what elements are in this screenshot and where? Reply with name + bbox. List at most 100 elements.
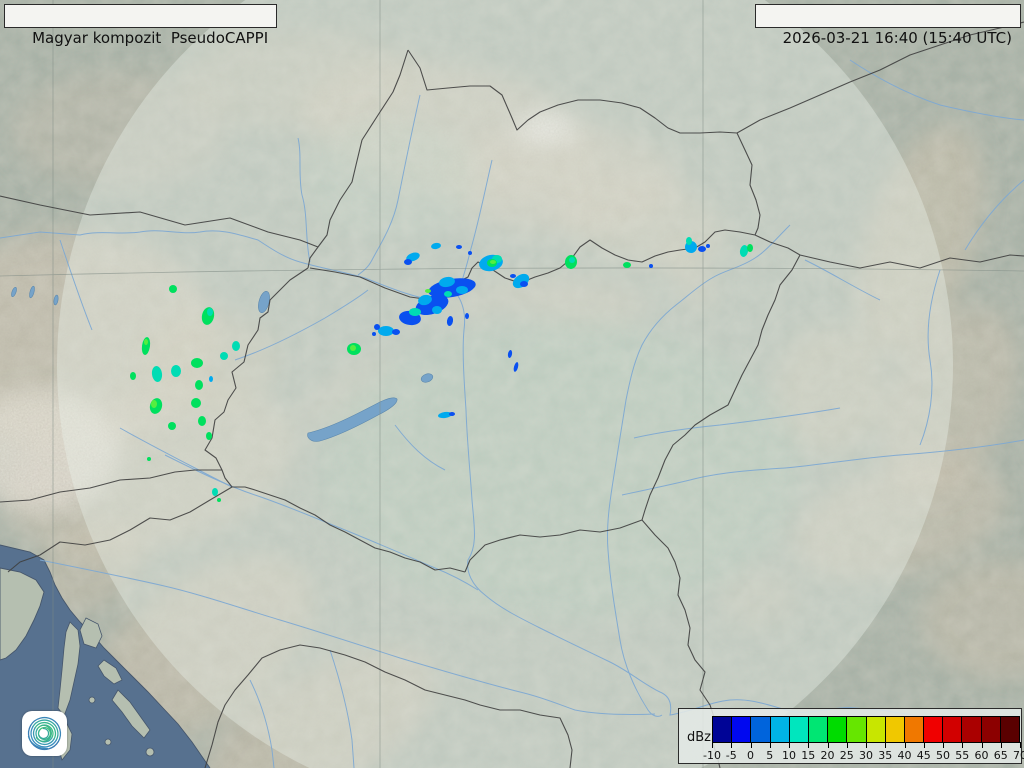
radar-echo	[698, 246, 706, 252]
radar-echo	[151, 400, 157, 408]
radar-echo	[350, 345, 356, 351]
legend-tick	[827, 742, 829, 748]
radar-echo	[510, 274, 516, 278]
legend-tick	[750, 742, 752, 748]
legend-tick	[962, 742, 964, 748]
radar-echo	[209, 376, 213, 382]
legend-tick-label: 70	[1013, 749, 1024, 762]
legend-tick-label: -5	[725, 749, 737, 762]
radar-echo	[392, 329, 400, 335]
legend-tick-label: 35	[878, 749, 893, 762]
radar-echo	[212, 488, 218, 496]
weather-radar-map	[0, 0, 1024, 768]
legend-swatch	[788, 717, 808, 742]
legend-tick	[846, 742, 848, 748]
legend-tick-label: 40	[897, 749, 912, 762]
radar-echo	[465, 313, 469, 319]
radar-echo	[444, 291, 452, 297]
radar-echo	[198, 416, 206, 426]
radar-echo	[404, 259, 412, 265]
legend-tick	[866, 742, 867, 748]
weather-service-logo	[22, 711, 67, 756]
legend-swatch	[942, 717, 962, 742]
radar-echo	[220, 352, 228, 360]
legend-tick	[923, 742, 925, 748]
legend-tick	[885, 742, 887, 748]
radar-echo	[374, 324, 380, 330]
legend-tick	[1000, 742, 1002, 748]
radar-echo	[147, 457, 151, 461]
radar-echo	[649, 264, 653, 268]
legend-swatch	[980, 717, 1000, 742]
product-title-box: Magyar kompozit PseudoCAPPI	[4, 4, 278, 47]
radar-coverage-area	[57, 0, 953, 768]
cyclone-swirl-icon	[27, 716, 62, 751]
radar-echo	[378, 326, 394, 336]
legend-swatch	[865, 717, 885, 742]
radar-echo	[206, 432, 212, 440]
radar-echo	[706, 244, 710, 248]
radar-echo	[569, 257, 575, 263]
legend-swatch	[827, 717, 847, 742]
product-title-label: Magyar kompozit PseudoCAPPI	[32, 29, 269, 47]
legend-tick-label: 30	[859, 749, 873, 762]
radar-echo	[144, 339, 148, 345]
legend-swatch	[713, 717, 732, 742]
legend-tick-label: 20	[820, 749, 835, 762]
legend-swatch	[999, 717, 1019, 742]
legend-swatch	[961, 717, 981, 742]
legend-tick-label: 60	[974, 749, 989, 762]
radar-echo	[372, 332, 376, 336]
radar-echo	[169, 285, 177, 293]
radar-echo	[425, 289, 431, 293]
legend-tick	[731, 742, 733, 748]
radar-echo	[232, 341, 240, 351]
radar-echo	[432, 306, 442, 314]
legend-swatch	[903, 717, 924, 742]
legend-color-scale	[712, 716, 1020, 743]
radar-echo	[490, 260, 496, 264]
radar-map-screen: Magyar kompozit PseudoCAPPI 2026-03-21 1…	[0, 0, 1024, 768]
radar-echo	[686, 237, 692, 245]
radar-echo	[468, 251, 472, 255]
radar-echo	[456, 245, 462, 249]
radar-echo	[409, 308, 421, 316]
radar-echo	[449, 412, 455, 416]
legend-tick-label: 25	[839, 749, 854, 762]
legend-swatch	[731, 717, 751, 742]
radar-echo	[456, 286, 468, 294]
legend-tick	[904, 742, 906, 748]
radar-echo	[191, 358, 203, 368]
dbz-legend: dBz -10 -5 0 5 10 15 20 25 30 35 40 45 50 55 60 65 70	[678, 708, 1024, 764]
radar-echo	[168, 422, 176, 430]
legend-tick-marks	[712, 742, 1021, 748]
legend-tick	[769, 742, 771, 748]
radar-echo	[171, 365, 181, 377]
timestamp-box: 2026-03-21 16:40 (15:40 UTC)	[754, 4, 1021, 47]
legend-tick	[808, 742, 810, 748]
radar-echo	[195, 380, 203, 390]
legend-swatch	[750, 717, 770, 742]
radar-echo	[623, 262, 631, 268]
legend-tick-label: 10	[782, 749, 796, 762]
radar-echo	[130, 372, 136, 380]
legend-swatch	[769, 717, 789, 742]
legend-tick	[943, 742, 944, 748]
legend-tick	[712, 742, 713, 748]
legend-tick-label: -10	[703, 749, 721, 762]
legend-tick	[789, 742, 790, 748]
radar-echo	[191, 398, 201, 408]
legend-tick-label: 55	[955, 749, 970, 762]
legend-unit-label: dBz	[687, 730, 711, 745]
legend-swatch	[884, 717, 904, 742]
legend-tick	[981, 742, 983, 748]
legend-swatch	[923, 717, 943, 742]
legend-tick	[1020, 742, 1021, 748]
legend-tick-label: 0	[747, 749, 754, 762]
legend-tick-labels: -10 -5 0 5 10 15 20 25 30 35 40 45 50 55 60 65 70	[703, 749, 1024, 762]
legend-tick-label: 15	[801, 749, 816, 762]
legend-swatch	[807, 717, 828, 742]
legend-tick-label: 45	[916, 749, 931, 762]
legend-tick-label: 5	[766, 749, 774, 762]
legend-tick-label: 65	[993, 749, 1008, 762]
